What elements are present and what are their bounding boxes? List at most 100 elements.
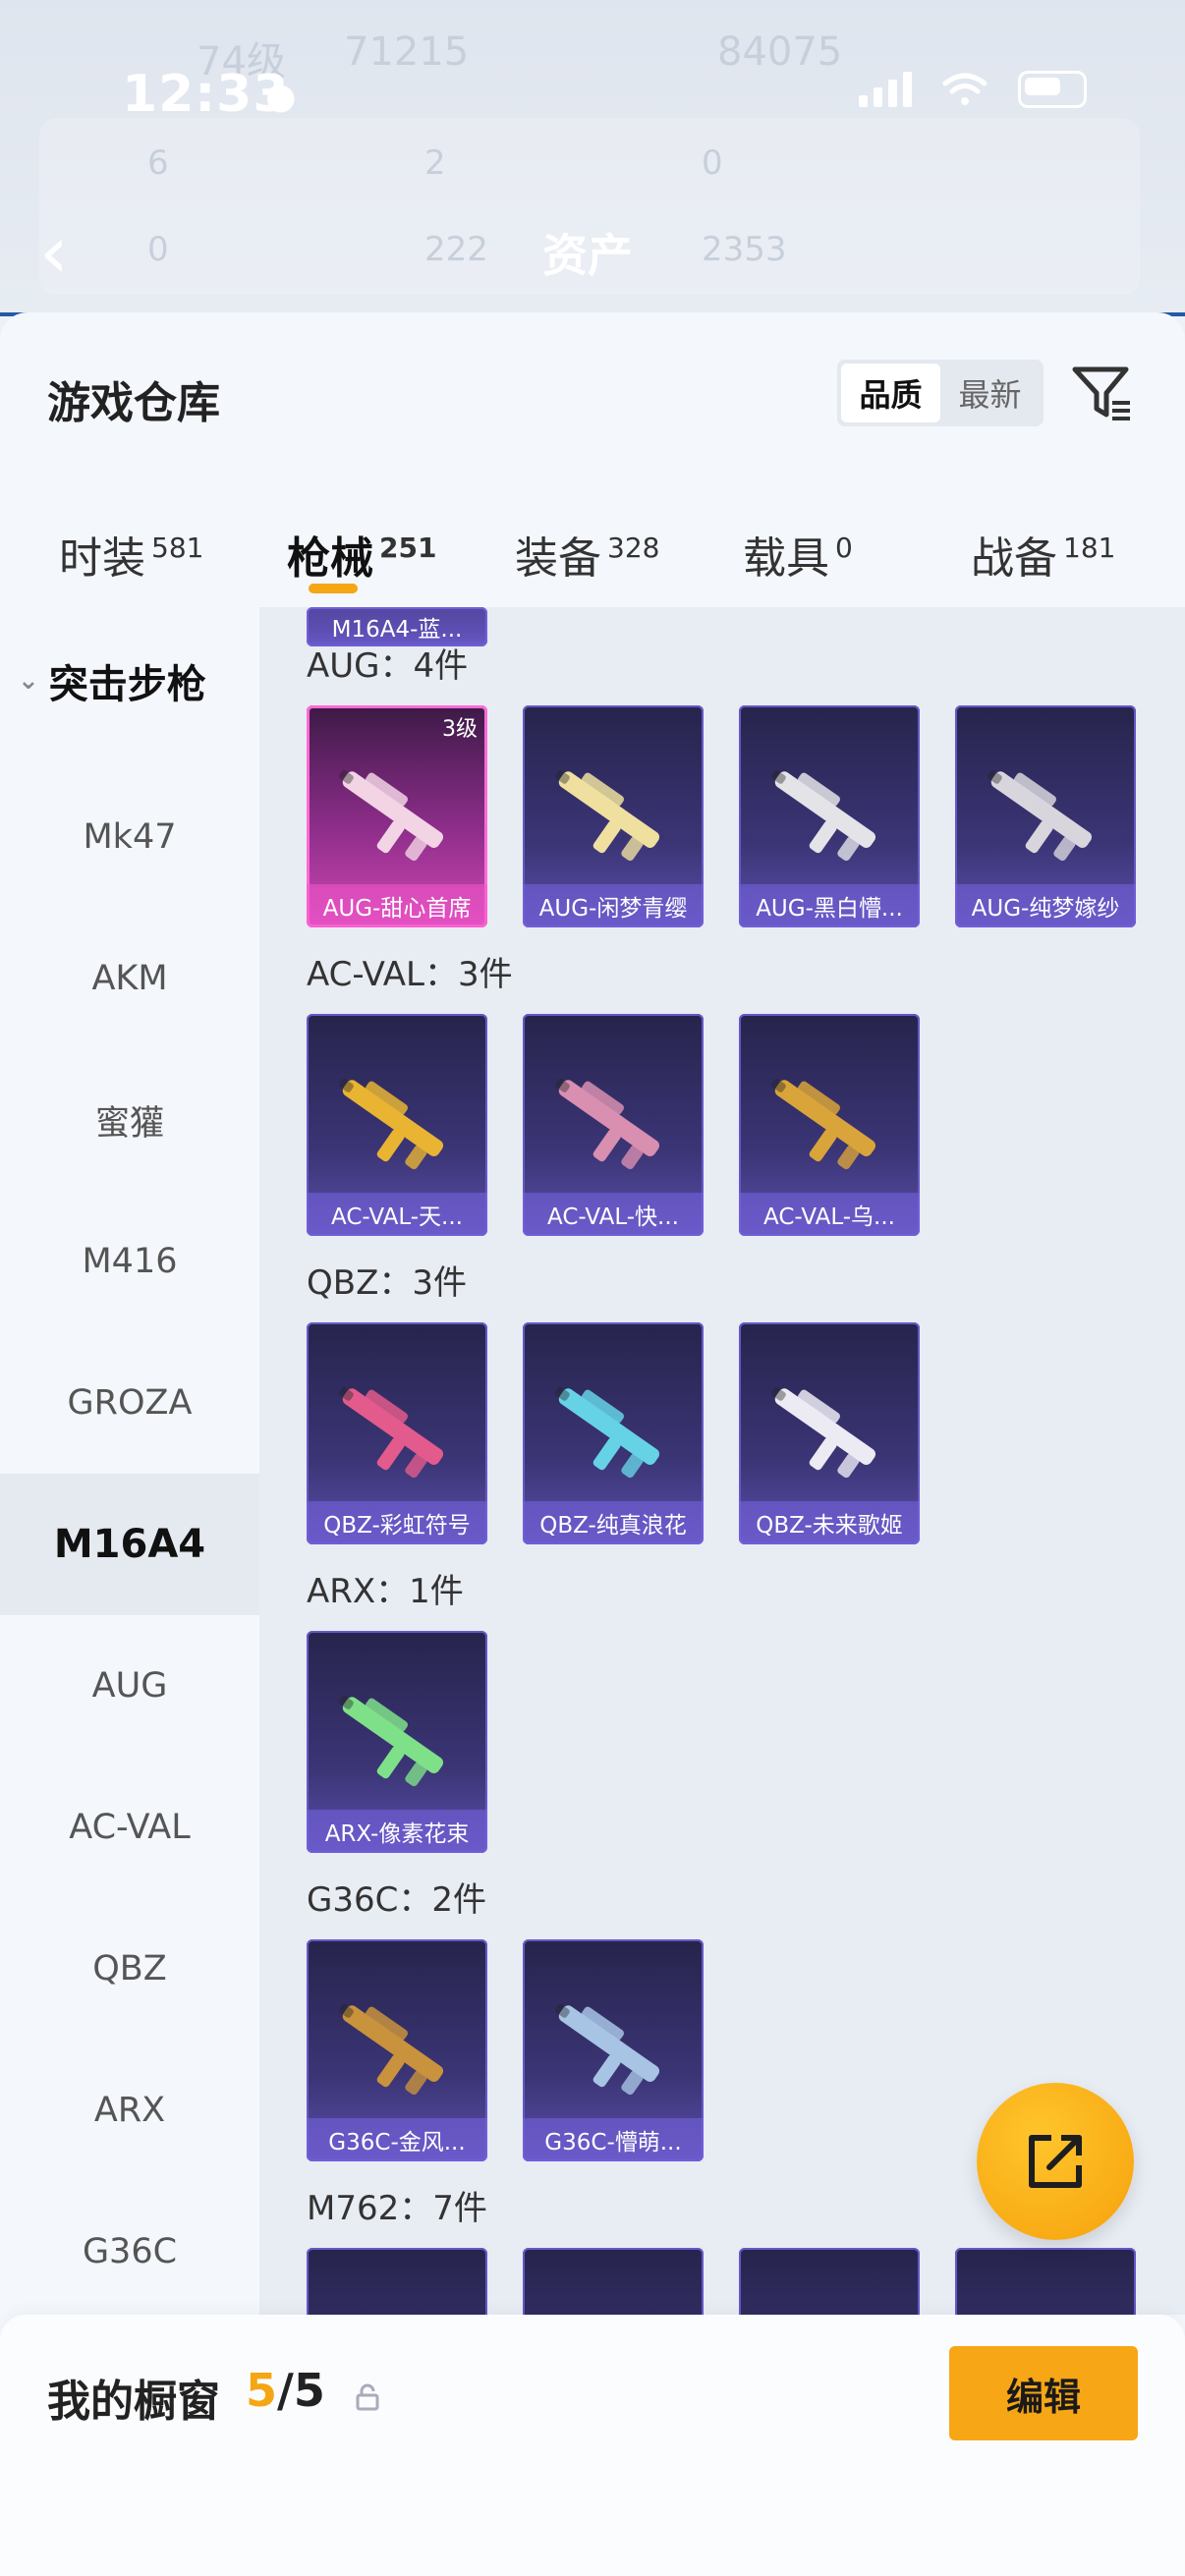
showcase-title: 我的橱窗	[47, 2377, 220, 2427]
weapon-skin-image	[554, 2003, 660, 2096]
weapon-card[interactable]	[955, 2248, 1136, 2315]
tab-vehicles[interactable]: 载具 0	[743, 523, 853, 586]
category-header[interactable]: ⌄ 突击步枪	[18, 652, 206, 709]
sheet-title: 游戏仓库	[47, 378, 220, 428]
back-arrow-icon[interactable]: ‹	[39, 216, 69, 289]
section-title: G36C：2件	[307, 1880, 486, 1920]
external-link-icon	[1029, 2135, 1082, 2188]
sort-newest-button[interactable]: 最新	[940, 364, 1040, 422]
weapon-sidebar: ⌄ 突击步枪 Mk47 AKM 蜜獾 M416 GROZA M16A4 AUG …	[0, 607, 259, 2315]
sidebar-item-qbz[interactable]: QBZ	[0, 1898, 259, 2040]
stat-value: 2353	[702, 230, 787, 269]
tab-gear[interactable]: 战备 181	[971, 523, 1115, 586]
sidebar-item-arx[interactable]: ARX	[0, 2040, 259, 2181]
weapon-card-label: G36C-懵萌...	[523, 2118, 704, 2161]
signal-icon	[859, 72, 912, 107]
weapon-card[interactable]: QBZ-未来歌姬	[739, 1322, 920, 1544]
showcase-bar: 我的橱窗 5/5 编辑	[0, 2315, 1185, 2576]
filter-icon[interactable]	[1069, 362, 1134, 426]
weapon-card[interactable]: AUG-黑白懵...	[739, 705, 920, 927]
weapon-skin-image	[338, 769, 444, 862]
weapon-skin-image	[338, 2003, 444, 2096]
weapon-card-label: AUG-纯梦嫁纱	[955, 884, 1136, 927]
weapon-skin-image	[770, 769, 876, 862]
weapon-card-label: AC-VAL-乌...	[739, 1193, 920, 1236]
sidebar-item-g36c[interactable]: G36C	[0, 2181, 259, 2323]
edit-button[interactable]: 编辑	[949, 2346, 1138, 2440]
weapon-card[interactable]: AC-VAL-天...	[307, 1014, 487, 1236]
weapon-skin-image	[987, 769, 1093, 862]
status-indicators	[859, 71, 1087, 108]
weapon-card[interactable]: AC-VAL-快...	[523, 1014, 704, 1236]
category-label: 突击步枪	[48, 662, 206, 707]
weapon-card[interactable]: AC-VAL-乌...	[739, 1014, 920, 1236]
level-badge: 3级	[442, 717, 478, 742]
weapon-card-label: AC-VAL-天...	[307, 1193, 487, 1236]
weapon-skin-image	[554, 769, 660, 862]
sidebar-item-ac-val[interactable]: AC-VAL	[0, 1757, 259, 1898]
sidebar-item-mk47[interactable]: Mk47	[0, 766, 259, 908]
weapon-skin-image	[338, 1695, 444, 1787]
stat-value: 0	[147, 230, 169, 269]
sort-toggle: 品质 最新	[837, 360, 1044, 426]
weapon-card-label: AC-VAL-快...	[523, 1193, 704, 1236]
weapon-skin-image	[554, 1386, 660, 1479]
sidebar-item-groza[interactable]: GROZA	[0, 1332, 259, 1474]
tab-fashion[interactable]: 时装 581	[59, 523, 203, 586]
weapon-card[interactable]: 3级 AUG-甜心首席	[307, 705, 487, 927]
sidebar-item-akm[interactable]: AKM	[0, 908, 259, 1049]
weapon-card[interactable]	[307, 2248, 487, 2315]
stat-value: 222	[424, 230, 488, 269]
sidebar-item-honey-badger[interactable]: 蜜獾	[0, 1049, 259, 1191]
sidebar-item-m16a4[interactable]: M16A4	[0, 1474, 259, 1615]
weapon-card[interactable]: QBZ-纯真浪花	[523, 1322, 704, 1544]
section-title: QBZ：3件	[307, 1263, 468, 1303]
section-title: ARX：1件	[307, 1572, 464, 1611]
tab-firearms[interactable]: 枪械 251	[287, 523, 436, 586]
weapon-skin-image	[554, 1078, 660, 1170]
weapon-card[interactable]: AUG-闲梦青缨	[523, 705, 704, 927]
weapon-card[interactable]: AUG-纯梦嫁纱	[955, 705, 1136, 927]
weapon-card[interactable]	[739, 2248, 920, 2315]
battery-icon	[1018, 71, 1087, 108]
weapon-skin-image	[338, 1386, 444, 1479]
weapon-card-label: QBZ-彩虹符号	[307, 1501, 487, 1544]
chevron-down-icon: ⌄	[18, 666, 39, 696]
warehouse-sheet: 游戏仓库 品质 最新 时装 581 枪械 251 装备 328 载具 0 战备 181 ⌄	[0, 312, 1185, 2576]
sort-quality-button[interactable]: 品质	[841, 364, 940, 422]
weapon-card[interactable]: G36C-金风...	[307, 1939, 487, 2161]
weapon-grid: M16A4-蓝... AUG：4件 3级 AUG-甜心首席 AUG-闲梦青缨 AUG-黑…	[259, 607, 1185, 2315]
category-tabs: 时装 581 枪械 251 装备 328 载具 0 战备 181	[0, 493, 1185, 601]
showcase-count: 5/5	[246, 2364, 325, 2417]
status-time: 12:33	[122, 65, 290, 124]
player-stat: 71215	[344, 29, 470, 75]
weapon-skin-image	[770, 1078, 876, 1170]
weapon-card-label: G36C-金风...	[307, 2118, 487, 2161]
weapon-card[interactable]: ARX-像素花束	[307, 1631, 487, 1853]
stat-value: 2	[424, 143, 446, 183]
section-title: M762：7件	[307, 2189, 487, 2228]
weapon-card[interactable]	[523, 2248, 704, 2315]
share-button[interactable]	[977, 2083, 1134, 2240]
weapon-card-label: QBZ-纯真浪花	[523, 1501, 704, 1544]
weapon-skin-image	[770, 1386, 876, 1479]
player-score: 84075	[717, 29, 843, 75]
weapon-card-label: QBZ-未来歌姬	[739, 1501, 920, 1544]
weapon-card-label: AUG-甜心首席	[307, 884, 487, 927]
sidebar-item-m416[interactable]: M416	[0, 1191, 259, 1332]
wifi-icon	[942, 73, 988, 105]
sidebar-item-aug[interactable]: AUG	[0, 1615, 259, 1757]
section-title: AC-VAL：3件	[307, 955, 513, 994]
section-title: AUG：4件	[307, 646, 469, 686]
lock-icon	[356, 2383, 379, 2411]
stat-value: 0	[702, 143, 723, 183]
weapon-skin-image	[338, 1078, 444, 1170]
weapon-card-label: AUG-黑白懵...	[739, 884, 920, 927]
stat-value: 6	[147, 143, 169, 183]
page-title: 资产	[542, 229, 633, 282]
weapon-card-label: ARX-像素花束	[307, 1810, 487, 1853]
weapon-card[interactable]: QBZ-彩虹符号	[307, 1322, 487, 1544]
weapon-card[interactable]: G36C-懵萌...	[523, 1939, 704, 2161]
weapon-card-label: AUG-闲梦青缨	[523, 884, 704, 927]
tab-equipment[interactable]: 装备 328	[515, 523, 659, 586]
